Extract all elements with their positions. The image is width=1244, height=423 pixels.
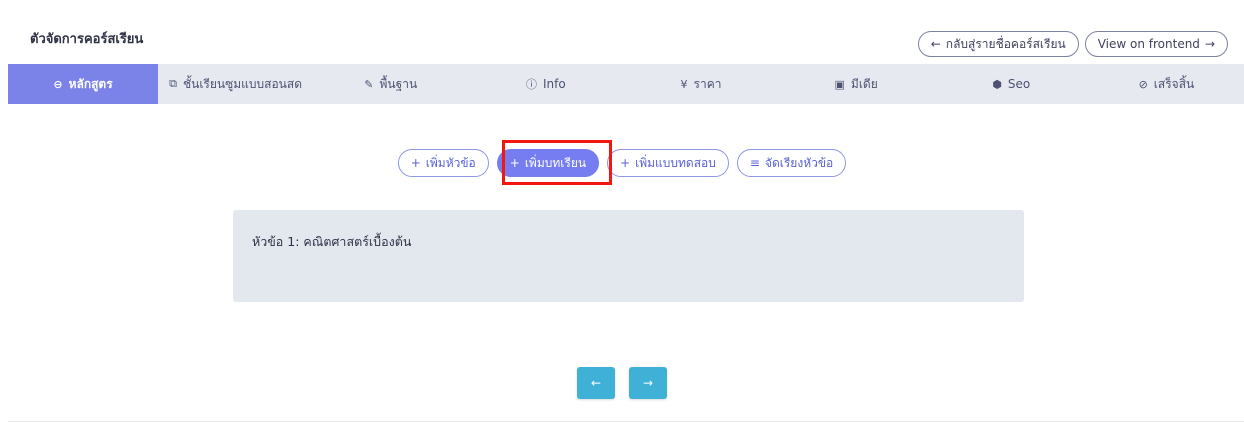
tab-basics[interactable]: ✎ พื้นฐาน — [313, 64, 468, 104]
tab-seo[interactable]: ⬢ Seo — [934, 64, 1089, 104]
tab-label: Info — [542, 77, 566, 91]
add-lesson-button[interactable]: + เพิ่มบทเรียน — [496, 149, 600, 177]
tab-label: หลักสูตร — [68, 76, 113, 91]
tab-curriculum[interactable]: ⊖ หลักสูตร — [8, 64, 158, 104]
tab-label: ราคา — [693, 76, 722, 91]
tab-label: ชั้นเรียนซูมแบบสอนสด — [182, 76, 302, 91]
pagination-nav: ← → — [0, 367, 1244, 399]
tab-label: มีเดีย — [850, 76, 878, 91]
topic-title: หัวข้อ 1: คณิตศาสตร์เบื้องต้น — [252, 234, 412, 249]
tab-zoom-live-class[interactable]: ⧉ ชั้นเรียนซูมแบบสอนสด — [158, 64, 313, 104]
back-to-course-list-label: กลับสู่รายชื่อคอร์สเรียน — [945, 36, 1066, 51]
plus-icon: + — [410, 156, 421, 170]
arrow-left-icon: ← — [590, 376, 602, 390]
sort-topics-label: จัดเรียงหัวข้อ — [764, 155, 834, 170]
back-to-course-list-button[interactable]: ← กลับสู่รายชื่อคอร์สเรียน — [917, 31, 1079, 57]
tab-info[interactable]: ⓘ Info — [468, 64, 623, 104]
topic-card[interactable]: หัวข้อ 1: คณิตศาสตร์เบื้องต้น — [233, 210, 1024, 302]
check-circle-icon: ⊘ — [1138, 77, 1148, 91]
tag-icon: ⬢ — [992, 77, 1002, 91]
pencil-icon: ✎ — [364, 77, 374, 91]
tab-media[interactable]: ▣ มีเดีย — [779, 64, 934, 104]
add-lesson-label: เพิ่มบทเรียน — [524, 155, 587, 170]
view-on-frontend-label: View on frontend — [1097, 37, 1200, 51]
page-title: ตัวจัดการคอร์สเรียน — [30, 32, 144, 47]
add-topic-button[interactable]: + เพิ่มหัวข้อ — [397, 149, 489, 177]
yen-icon: ¥ — [680, 77, 688, 91]
media-icon: ▣ — [834, 77, 845, 91]
next-button[interactable]: → — [629, 367, 667, 399]
add-topic-label: เพิ่มหัวข้อ — [425, 155, 476, 170]
add-quiz-button[interactable]: + เพิ่มแบบทดสอบ — [607, 149, 729, 177]
plus-icon: + — [509, 156, 520, 170]
tab-price[interactable]: ¥ ราคา — [623, 64, 778, 104]
footer-divider — [8, 421, 1244, 422]
video-icon: ⧉ — [169, 77, 177, 90]
top-actions: ← กลับสู่รายชื่อคอร์สเรียน View on front… — [917, 31, 1228, 57]
tab-label: พื้นฐาน — [379, 76, 418, 91]
view-on-frontend-button[interactable]: View on frontend → — [1084, 31, 1228, 57]
plus-icon: + — [620, 156, 631, 170]
arrow-left-icon: ← — [930, 37, 941, 51]
curriculum-icon: ⊖ — [53, 77, 63, 91]
sort-icon: ≡ — [749, 156, 760, 170]
add-quiz-label: เพิ่มแบบทดสอบ — [635, 155, 716, 170]
arrow-right-icon: → — [1204, 37, 1215, 51]
arrow-right-icon: → — [642, 376, 654, 390]
previous-button[interactable]: ← — [577, 367, 615, 399]
tab-label: Seo — [1007, 77, 1031, 91]
course-tab-bar: ⊖ หลักสูตร ⧉ ชั้นเรียนซูมแบบสอนสด ✎ พื้น… — [8, 64, 1244, 104]
sort-topics-button[interactable]: ≡ จัดเรียงหัวข้อ — [736, 149, 847, 177]
info-icon: ⓘ — [525, 78, 537, 91]
tab-label: เสร็จสิ้น — [1153, 76, 1195, 91]
tab-finish[interactable]: ⊘ เสร็จสิ้น — [1089, 64, 1244, 104]
curriculum-toolbar: + เพิ่มหัวข้อ + เพิ่มบทเรียน + เพิ่มแบบท… — [0, 149, 1244, 177]
